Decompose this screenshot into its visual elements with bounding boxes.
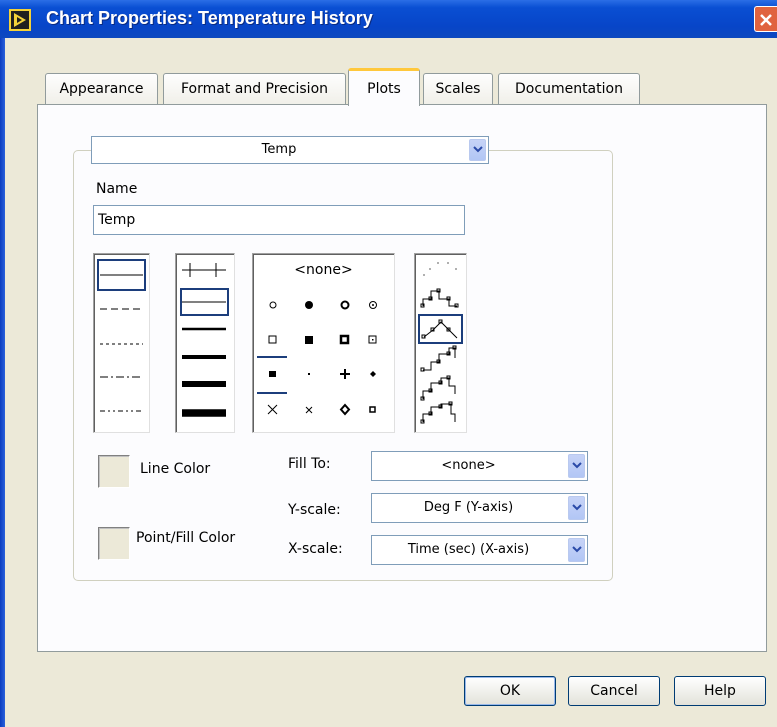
interpolation-list[interactable]: [414, 253, 467, 433]
fill-to-value: <none>: [441, 458, 496, 473]
line-width-zero-icon[interactable]: [182, 263, 226, 277]
point-dot-circle[interactable]: [369, 301, 377, 309]
cancel-button[interactable]: Cancel: [568, 676, 660, 706]
x-scale-dropdown[interactable]: Time (sec) (X-axis): [371, 535, 588, 565]
point-fill-color-label: Point/Fill Color: [136, 530, 236, 546]
fill-to-label: Fill To:: [288, 456, 331, 472]
interpolation-step-right-icon[interactable]: [420, 345, 457, 372]
chevron-down-icon[interactable]: [568, 496, 585, 520]
point-ring[interactable]: [340, 300, 350, 310]
fill-to-dropdown[interactable]: <none>: [371, 451, 588, 481]
point-small-x[interactable]: [305, 406, 313, 414]
ok-button[interactable]: OK: [464, 676, 556, 706]
x-scale-value: Time (sec) (X-axis): [407, 542, 530, 557]
interpolation-linear-icon[interactable]: [418, 314, 463, 344]
close-button[interactable]: [754, 6, 777, 32]
close-icon: [760, 14, 772, 26]
x-scale-label: X-scale:: [288, 541, 343, 557]
interpolation-step-left-icon[interactable]: [420, 288, 459, 308]
tab-scales[interactable]: Scales: [423, 73, 493, 105]
point-hollow-circle[interactable]: [269, 301, 277, 309]
window-title: Chart Properties: Temperature History: [46, 8, 373, 28]
tab-plots[interactable]: Plots: [348, 68, 420, 106]
chevron-down-icon[interactable]: [568, 538, 585, 562]
line-width-list[interactable]: [175, 253, 235, 433]
y-scale-label: Y-scale:: [288, 502, 341, 518]
point-filled-square[interactable]: [305, 336, 313, 344]
line-style-list[interactable]: [93, 253, 150, 433]
point-style-grid[interactable]: <none>: [252, 253, 395, 433]
tab-documentation[interactable]: Documentation: [498, 73, 640, 105]
title-bar[interactable]: Chart Properties: Temperature History: [0, 0, 777, 38]
help-button[interactable]: Help: [674, 676, 766, 706]
point-x[interactable]: [267, 404, 278, 415]
y-scale-value: Deg F (Y-axis): [423, 500, 514, 515]
point-fill-color-swatch[interactable]: [98, 527, 130, 560]
point-hollow-square[interactable]: [268, 335, 277, 344]
point-thick-square[interactable]: [339, 334, 350, 345]
point-filled-circle[interactable]: [305, 301, 313, 309]
line-color-label: Line Color: [140, 461, 211, 477]
point-small-square[interactable]: [269, 371, 276, 377]
tab-format-and-precision[interactable]: Format and Precision: [163, 73, 346, 105]
plot-selector-value: Temp: [261, 142, 297, 157]
point-tiny-square[interactable]: [369, 406, 376, 413]
point-diamond[interactable]: [339, 403, 351, 416]
labview-app-icon: [9, 9, 31, 31]
plot-selector-dropdown[interactable]: Temp: [91, 136, 489, 164]
y-scale-dropdown[interactable]: Deg F (Y-axis): [371, 493, 588, 523]
point-small-diamond[interactable]: [370, 371, 376, 377]
chevron-down-icon[interactable]: [469, 139, 486, 161]
point-plus[interactable]: [340, 369, 350, 379]
interpolation-points-only-icon[interactable]: [423, 262, 457, 276]
chart-properties-dialog: Chart Properties: Temperature History Ap…: [0, 0, 777, 727]
line-color-swatch[interactable]: [98, 455, 130, 488]
point-dot[interactable]: [308, 373, 310, 375]
interpolation-step-center-icon[interactable]: [420, 375, 456, 401]
point-dot-square[interactable]: [368, 335, 377, 344]
name-label: Name: [96, 181, 138, 197]
chevron-down-icon[interactable]: [568, 454, 585, 478]
interpolation-step-mid-icon[interactable]: [420, 401, 456, 424]
name-input[interactable]: Temp: [93, 205, 465, 235]
tab-appearance[interactable]: Appearance: [45, 73, 158, 105]
